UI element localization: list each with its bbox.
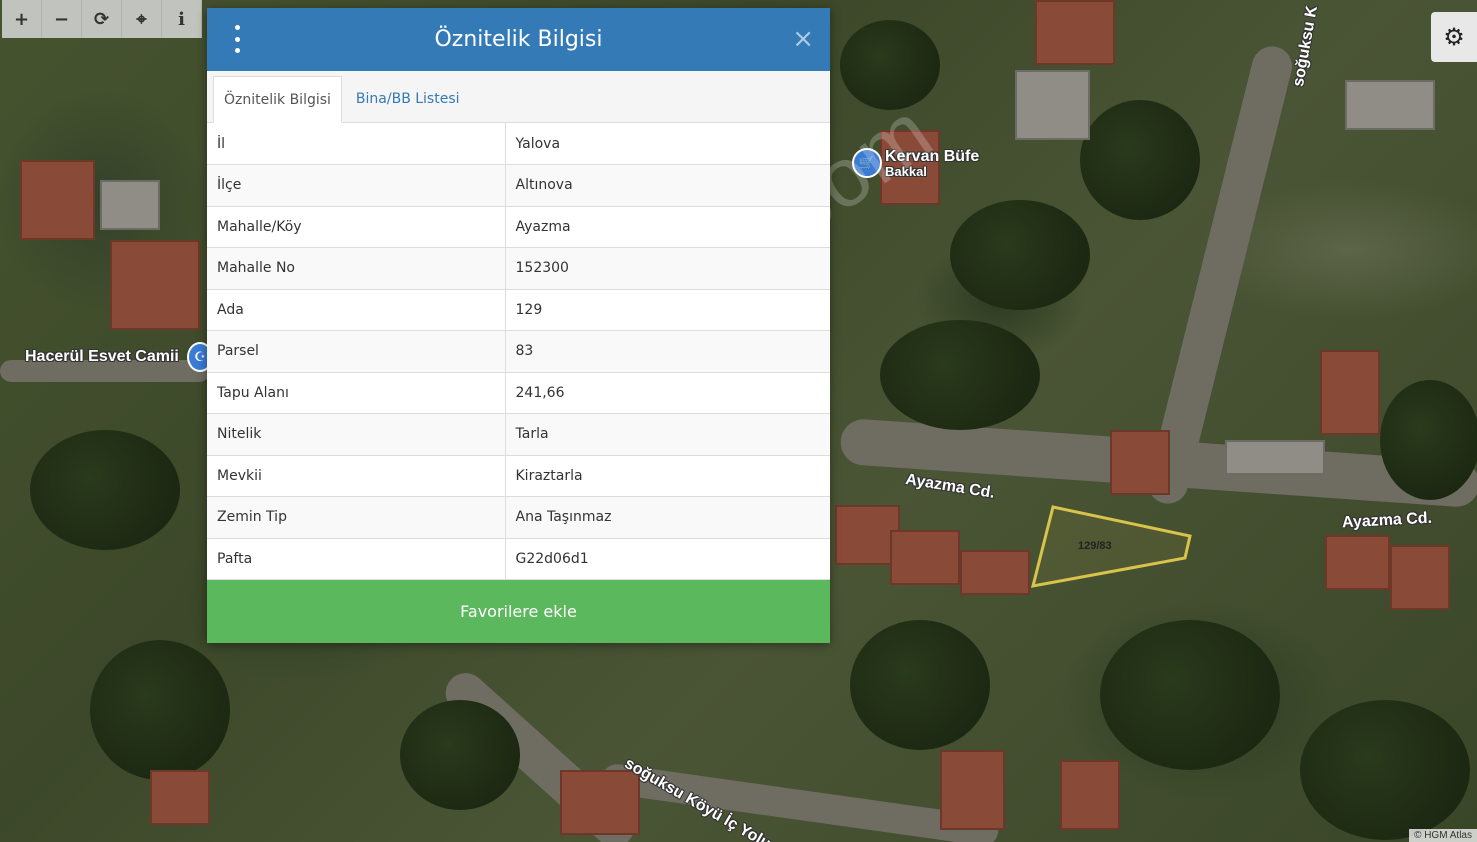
attribute-value: Tarla (505, 413, 830, 456)
tab-attribute-info[interactable]: Öznitelik Bilgisi (213, 76, 342, 123)
table-row: Tapu Alanı 241,66 (207, 372, 830, 414)
building (1320, 350, 1380, 435)
attribute-popup: Öznitelik Bilgisi × Öznitelik Bilgisi Bi… (207, 8, 830, 643)
close-button[interactable]: × (792, 24, 814, 54)
attribute-key: Mahalle/Köy (207, 206, 506, 248)
tree-cluster (90, 640, 230, 780)
gear-icon: ⚙ (1443, 23, 1465, 51)
attribute-key: Parsel (207, 330, 506, 373)
building (110, 240, 200, 330)
add-favorite-button[interactable]: Favorilere ekle (207, 580, 830, 643)
menu-dots-icon[interactable] (227, 25, 247, 53)
attribute-key: Ada (207, 289, 506, 331)
building (1035, 0, 1115, 65)
tree-cluster (400, 700, 520, 810)
tree-cluster (950, 200, 1090, 310)
settings-button[interactable]: ⚙ (1431, 12, 1477, 62)
mosque-label: Hacerül Esvet Camii (25, 348, 179, 365)
building (960, 550, 1030, 595)
building (1345, 80, 1435, 130)
building (20, 160, 95, 240)
building (560, 770, 640, 835)
building (1060, 760, 1120, 830)
attribute-key: Pafta (207, 538, 506, 580)
building (1015, 70, 1090, 140)
building (100, 180, 160, 230)
attribute-key: İlçe (207, 164, 506, 207)
table-row: Parsel 83 (207, 330, 830, 373)
attribute-value: 129 (505, 289, 830, 331)
road-label: soğuksu K (1290, 4, 1321, 88)
attribute-value: Ana Taşınmaz (505, 496, 830, 539)
attribute-key: Mahalle No (207, 247, 506, 290)
refresh-button[interactable]: ⟳ (82, 0, 122, 38)
tree-cluster (1380, 380, 1477, 500)
zoom-out-button[interactable]: − (42, 0, 82, 38)
zoom-in-button[interactable]: + (2, 0, 42, 38)
table-row: Zemin Tip Ana Taşınmaz (207, 496, 830, 539)
table-row: Mevkii Kiraztarla (207, 455, 830, 497)
attribute-value: Altınova (505, 164, 830, 207)
building (940, 750, 1005, 830)
table-row: İlçe Altınova (207, 164, 830, 207)
table-row: Mahalle No 152300 (207, 247, 830, 290)
attribute-value: Kiraztarla (505, 455, 830, 497)
attribute-table: İl Yalova İlçe Altınova Mahalle/Köy Ayazma Mah… (207, 123, 830, 580)
attribute-value: Ayazma (505, 206, 830, 248)
tree-cluster (850, 620, 990, 750)
street-label: Ayazma Cd. (904, 471, 996, 502)
popup-title: Öznitelik Bilgisi (434, 27, 603, 52)
building (1325, 535, 1390, 590)
building (1390, 545, 1450, 610)
attribution[interactable]: © HGM Atlas (1409, 829, 1477, 842)
popup-tabs: Öznitelik Bilgisi Bina/BB Listesi (207, 71, 830, 123)
attribute-value: G22d06d1 (505, 538, 830, 580)
popup-header: Öznitelik Bilgisi × (207, 8, 830, 71)
parcel-label: 129/83 (1078, 540, 1112, 552)
table-row: Mahalle/Köy Ayazma (207, 206, 830, 248)
attribute-value: Yalova (505, 123, 830, 165)
attribute-key: Mevkii (207, 455, 506, 497)
attribute-value: 241,66 (505, 372, 830, 414)
info-button[interactable]: i (162, 0, 202, 38)
tree-cluster (1080, 100, 1200, 220)
attribute-value: 83 (505, 330, 830, 373)
table-row: Pafta G22d06d1 (207, 538, 830, 580)
building (1110, 430, 1170, 495)
attribute-key: Zemin Tip (207, 496, 506, 539)
table-row: Ada 129 (207, 289, 830, 331)
tree-cluster (1300, 700, 1470, 840)
tree-cluster (1100, 620, 1280, 770)
building (890, 530, 960, 585)
tab-building-list[interactable]: Bina/BB Listesi (346, 75, 470, 122)
attribute-key: Tapu Alanı (207, 372, 506, 414)
building (150, 770, 210, 825)
table-row: Nitelik Tarla (207, 413, 830, 456)
map-toolbar: + − ⟳ ⌖ i (2, 0, 202, 38)
tree-cluster (880, 320, 1040, 430)
attribute-value: 152300 (505, 247, 830, 290)
attribute-key: İl (207, 123, 506, 165)
locate-button[interactable]: ⌖ (122, 0, 162, 38)
table-row: İl Yalova (207, 123, 830, 165)
building (1225, 440, 1325, 475)
tree-cluster (30, 430, 180, 550)
attribute-key: Nitelik (207, 413, 506, 456)
street-label: Ayazma Cd. (1341, 509, 1433, 532)
